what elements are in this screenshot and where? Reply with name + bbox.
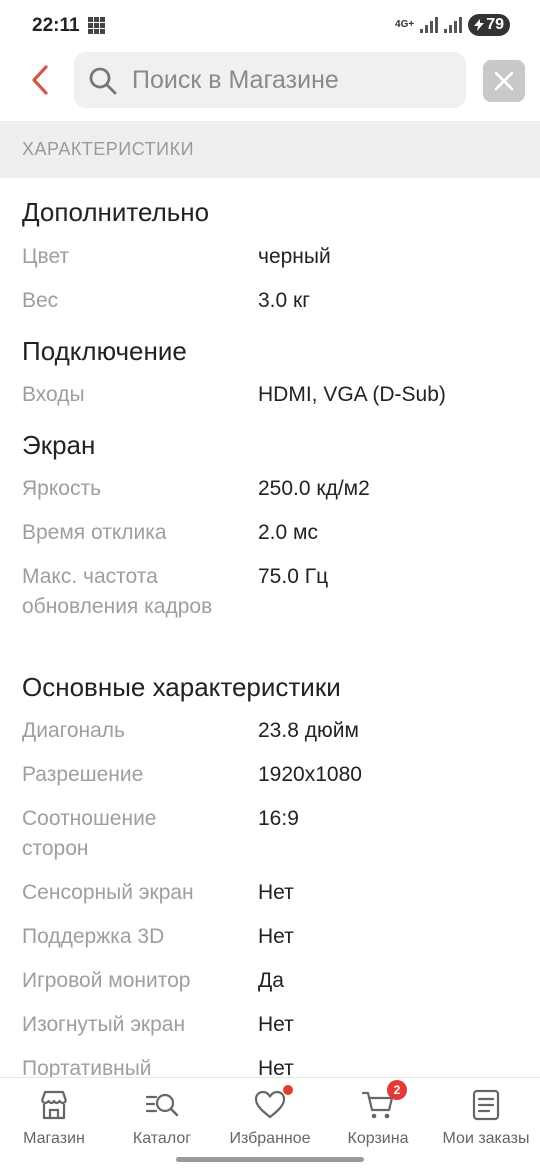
home-indicator[interactable] xyxy=(176,1157,364,1162)
nav-item-orders[interactable]: Мои заказы xyxy=(432,1084,540,1156)
group-title: Основные характеристики xyxy=(22,672,341,702)
spec-value: 16:9 xyxy=(258,807,299,830)
spec-value: 23.8 дюйм xyxy=(258,719,359,742)
nav-label: Каталог xyxy=(132,1130,192,1147)
spec-value: черный xyxy=(258,245,331,268)
catalog-search-icon xyxy=(145,1088,179,1122)
group-title: Подключение xyxy=(22,336,187,366)
spec-label: Яркость xyxy=(22,477,102,500)
close-icon xyxy=(494,71,514,91)
nav-item-catalog[interactable]: Каталог xyxy=(108,1084,216,1156)
battery-level: 79 xyxy=(486,16,504,33)
spec-value: 2.0 мс xyxy=(258,521,318,544)
clear-search-button[interactable] xyxy=(483,60,525,102)
network-type: 4G+ xyxy=(395,19,415,30)
specs-list: Дополнительно Цвет черный Вес 3.0 кг Под… xyxy=(0,178,540,1078)
search-input[interactable] xyxy=(132,52,452,108)
spec-label: Изогнутый экран xyxy=(22,1013,186,1036)
status-indicators: 4G+ 79 xyxy=(395,14,510,36)
spec-value: 75.0 Гц xyxy=(258,565,329,588)
spec-value: Нет xyxy=(258,1013,294,1036)
nav-label: Магазин xyxy=(23,1130,85,1147)
spec-value: HDMI, VGA (D-Sub) xyxy=(258,383,446,406)
spec-label: Поддержка 3D xyxy=(22,925,165,948)
group-title: Дополнительно xyxy=(22,197,210,227)
nav-item-store[interactable]: Магазин xyxy=(0,1084,108,1156)
section-title: ХАРАКТЕРИСТИКИ xyxy=(22,139,195,159)
notification-dot xyxy=(283,1085,293,1095)
charging-bolt-icon xyxy=(474,19,485,31)
search-box[interactable] xyxy=(74,52,466,108)
section-header: ХАРАКТЕРИСТИКИ xyxy=(0,121,540,178)
heart-icon xyxy=(253,1085,293,1122)
orders-list-icon xyxy=(469,1088,503,1122)
spec-label: Цвет xyxy=(22,245,70,268)
nav-label: Корзина xyxy=(347,1130,409,1147)
spec-value: 3.0 кг xyxy=(258,289,310,312)
signal-icon-2 xyxy=(444,17,463,33)
app-grid-icon xyxy=(88,17,105,34)
cart-icon: 2 xyxy=(361,1080,407,1122)
spec-label: Соотношение сторон xyxy=(22,807,157,860)
top-bar xyxy=(0,50,540,120)
spec-value: Да xyxy=(258,969,284,992)
signal-icon xyxy=(420,17,439,33)
spec-label: Входы xyxy=(22,383,85,406)
spec-label: Игровой монитор xyxy=(22,969,191,992)
nav-item-cart[interactable]: 2 Корзина xyxy=(324,1080,432,1156)
spec-value: 1920x1080 xyxy=(258,763,362,786)
spec-value: Нет xyxy=(258,925,294,948)
cart-count-badge: 2 xyxy=(387,1080,407,1100)
spec-value: Нет xyxy=(258,881,294,904)
spec-value: 250.0 кд/м2 xyxy=(258,477,370,500)
spec-label: Портативный xyxy=(22,1057,152,1078)
spec-label: Время отклика xyxy=(22,521,167,544)
status-time: 22:11 xyxy=(32,15,80,36)
search-icon xyxy=(89,67,117,95)
nav-label: Избранное xyxy=(229,1130,311,1147)
battery-icon: 79 xyxy=(468,14,510,36)
group-title: Экран xyxy=(22,430,96,460)
spec-label: Вес xyxy=(22,289,59,312)
spec-label: Макс. частота обновления кадров xyxy=(22,565,213,618)
spec-label: Разрешение xyxy=(22,763,144,786)
spec-label: Диагональ xyxy=(22,719,125,742)
nav-label: Мои заказы xyxy=(442,1130,530,1147)
status-bar: 22:11 4G+ 79 xyxy=(0,0,540,50)
store-icon xyxy=(37,1088,71,1122)
chevron-left-icon xyxy=(32,65,48,95)
spec-label: Сенсорный экран xyxy=(22,881,194,904)
back-button[interactable] xyxy=(22,62,58,98)
nav-item-favorites[interactable]: Избранное xyxy=(216,1084,324,1156)
spec-value: Нет xyxy=(258,1057,294,1078)
